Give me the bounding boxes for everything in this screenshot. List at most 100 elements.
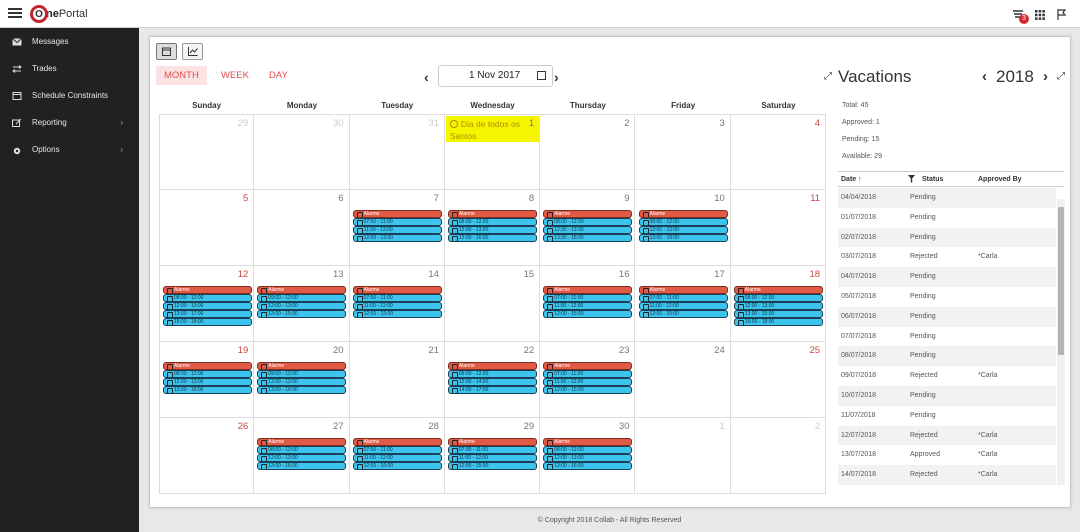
- shift-event[interactable]: 13:00 - 15:00: [257, 310, 347, 318]
- shift-event[interactable]: 08:00 - 12:00: [543, 218, 633, 226]
- app-logo[interactable]: O ne Portal: [30, 5, 88, 23]
- shift-event[interactable]: 12:00 - 14:00: [447, 378, 537, 386]
- table-row[interactable]: 01/07/2018 Pending: [838, 208, 1056, 228]
- shift-event[interactable]: 07:00 - 11:00: [543, 370, 633, 378]
- shift-event[interactable]: 13:00 - 17:00: [163, 310, 252, 318]
- expand-icon[interactable]: ⤢: [824, 71, 832, 82]
- day-cell[interactable]: 25: [730, 342, 827, 418]
- shift-event[interactable]: 13:00 - 16:00: [543, 462, 633, 470]
- day-cell[interactable]: 6: [254, 190, 350, 266]
- shift-event[interactable]: 12:00 - 13:00: [543, 454, 633, 462]
- shift-event[interactable]: 08:00 - 12:00: [163, 294, 252, 302]
- table-scrollbar[interactable]: [1057, 199, 1065, 485]
- day-cell[interactable]: 21: [349, 342, 445, 418]
- alarm-event[interactable]: Alarme: [543, 438, 633, 446]
- table-row[interactable]: 08/07/2018 Pending: [838, 346, 1056, 367]
- day-cell[interactable]: 29 Alarme 07:00 - 11:00 11:00 - 12:00 12:00 …: [444, 418, 541, 494]
- date-column-header[interactable]: Date ↑: [841, 176, 862, 183]
- apps-grid-icon[interactable]: [1035, 10, 1045, 20]
- table-row[interactable]: 09/07/2018 Rejected *Carla: [838, 366, 1056, 386]
- hamburger-menu-icon[interactable]: [8, 6, 22, 20]
- shift-event[interactable]: 08:00 - 12:00: [163, 370, 252, 378]
- alarm-event[interactable]: Alarme: [352, 210, 442, 218]
- shift-event[interactable]: 09:00 - 12:00: [257, 294, 347, 302]
- day-cell[interactable]: 24: [635, 342, 731, 418]
- table-row[interactable]: 11/07/2018 Pending: [838, 406, 1056, 426]
- alarm-event[interactable]: Alarme: [638, 210, 728, 218]
- shift-event[interactable]: 11:00 - 12:00: [352, 226, 442, 234]
- alarm-event[interactable]: Alarme: [257, 438, 347, 446]
- table-row[interactable]: 03/07/2018 Rejected *Carla: [838, 247, 1056, 267]
- sidebar-item-trades[interactable]: Trades: [0, 55, 139, 82]
- shift-event[interactable]: 12:00 - 15:00: [543, 386, 633, 394]
- calendar-view-button[interactable]: [156, 43, 177, 60]
- shift-event[interactable]: 13:00 - 16:00: [163, 386, 252, 394]
- shift-event[interactable]: 13:30 - 18:00: [543, 234, 633, 242]
- tab-day[interactable]: DAY: [261, 66, 296, 85]
- shift-event[interactable]: 11:00 - 12:00: [543, 378, 633, 386]
- day-cell[interactable]: 23 Alarme 07:00 - 11:00 11:00 - 12:00 12:00 …: [540, 342, 636, 418]
- day-cell[interactable]: 30: [254, 114, 350, 190]
- alarm-event[interactable]: Alarme: [543, 362, 633, 370]
- shift-event[interactable]: 11:00 - 12:00: [543, 302, 633, 310]
- day-cell[interactable]: 1: [635, 418, 731, 494]
- shift-event[interactable]: 07:00 - 11:00: [352, 446, 442, 454]
- holiday-event[interactable]: Dia de todos os Santos: [445, 116, 539, 142]
- next-year-arrow[interactable]: ›: [1043, 69, 1048, 84]
- day-cell[interactable]: 16 Alarme 07:00 - 11:00 11:00 - 12:00 12:00 …: [540, 266, 636, 342]
- shift-event[interactable]: 09:00 - 12:00: [257, 370, 347, 378]
- shift-event[interactable]: 07:00 - 11:00: [352, 218, 442, 226]
- shift-event[interactable]: 14:00 - 17:00: [447, 386, 537, 394]
- next-month-arrow[interactable]: ›: [554, 70, 559, 84]
- table-row[interactable]: 13/07/2018 Approved *Carla: [838, 445, 1056, 465]
- shift-event[interactable]: 13:00 - 15:00: [733, 310, 823, 318]
- shift-event[interactable]: 12:00 - 13:00: [163, 302, 252, 310]
- alarm-event[interactable]: Alarme: [638, 286, 728, 294]
- shift-event[interactable]: 12:00 - 13:00: [733, 302, 823, 310]
- day-cell[interactable]: 27 Alarme 08:00 - 12:00 12:00 - 13:00 13:00 …: [254, 418, 350, 494]
- day-cell[interactable]: 15: [444, 266, 541, 342]
- shift-event[interactable]: 11:00 - 12:00: [352, 302, 442, 310]
- shift-event[interactable]: 18:00 - 18:00: [163, 318, 252, 326]
- table-row[interactable]: 02/07/2018 Pending: [838, 227, 1056, 248]
- day-cell[interactable]: 28 Alarme 07:00 - 11:00 11:00 - 12:00 12:00 …: [349, 418, 445, 494]
- alarm-event[interactable]: Alarme: [543, 286, 633, 294]
- scrollbar-thumb[interactable]: [1058, 207, 1064, 355]
- alarm-event[interactable]: Alarme: [163, 362, 252, 370]
- shift-event[interactable]: 09:00 - 12:00: [447, 370, 537, 378]
- day-cell[interactable]: 19 Alarme 08:00 - 12:00 12:00 - 13:00 13:00 …: [159, 342, 255, 418]
- alarm-event[interactable]: Alarme: [352, 286, 442, 294]
- alarm-event[interactable]: Alarme: [257, 362, 347, 370]
- shift-event[interactable]: 12:00 - 15:00: [447, 462, 537, 470]
- shift-event[interactable]: 12:00 - 13:00: [638, 226, 728, 234]
- shift-event[interactable]: 12:00 - 15:00: [352, 310, 442, 318]
- sidebar-item-options[interactable]: Options ›: [0, 136, 139, 163]
- alarm-event[interactable]: Alarme: [733, 286, 823, 294]
- approved-by-column-header[interactable]: Approved By: [978, 176, 1022, 183]
- shift-event[interactable]: 12:00 - 13:00: [257, 454, 347, 462]
- shift-event[interactable]: 07:00 - 11:00: [447, 446, 537, 454]
- day-cell[interactable]: 3: [635, 114, 731, 190]
- table-row[interactable]: 06/07/2018 Pending: [838, 306, 1056, 327]
- day-cell[interactable]: 2: [540, 114, 636, 190]
- shift-event[interactable]: 11:00 - 12:00: [447, 454, 537, 462]
- table-row[interactable]: 05/07/2018 Pending: [838, 287, 1056, 307]
- alarm-event[interactable]: Alarme: [257, 286, 347, 294]
- shift-event[interactable]: 07:00 - 11:00: [638, 294, 728, 302]
- shift-event[interactable]: 12:00 - 13:00: [352, 234, 442, 242]
- flag-icon[interactable]: [1057, 9, 1067, 20]
- shift-event[interactable]: 11:00 - 12:00: [352, 454, 442, 462]
- day-cell[interactable]: 26: [159, 418, 255, 494]
- day-cell[interactable]: 9 Alarme 08:00 - 12:00 12:30 - 13:30 13:30 -…: [540, 190, 636, 266]
- day-cell[interactable]: 31: [349, 114, 445, 190]
- sidebar-item-messages[interactable]: Messages: [0, 28, 139, 55]
- status-column-header[interactable]: Status: [922, 176, 943, 183]
- shift-event[interactable]: 13:00 - 16:00: [447, 234, 537, 242]
- table-row[interactable]: 04/04/2018 Pending: [838, 188, 1056, 208]
- table-row[interactable]: 04/07/2018 Pending: [838, 267, 1056, 287]
- shift-event[interactable]: 13:00 - 16:00: [257, 462, 347, 470]
- shift-event[interactable]: 08:00 - 12:00: [257, 446, 347, 454]
- alarm-event[interactable]: Alarme: [447, 210, 537, 218]
- day-cell[interactable]: 13 Alarme 09:00 - 12:00 12:00 - 13:00 13:00 …: [254, 266, 350, 342]
- day-cell[interactable]: Dia de todos os Santos 1: [444, 114, 541, 190]
